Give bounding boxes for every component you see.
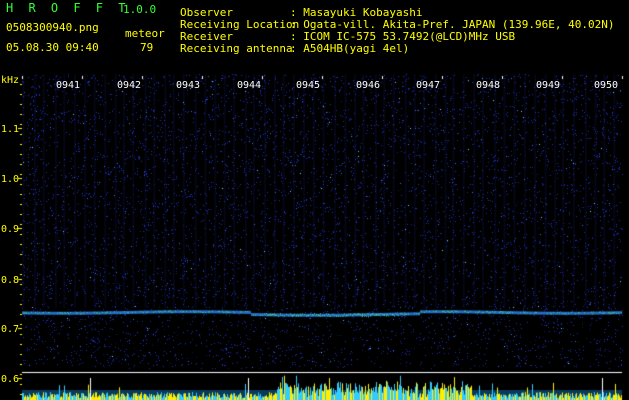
minute-label: 0946: [356, 80, 381, 91]
app-name: H R O F F T: [6, 1, 130, 15]
meteor-count: 79: [140, 41, 154, 54]
y-tick-1-0: 1.0: [1, 174, 20, 185]
app-version: 1.0.0: [123, 3, 157, 16]
y-tick-0-8: 0.8: [1, 275, 20, 286]
spectrogram-canvas: [0, 0, 629, 400]
minute-label: 0942: [117, 80, 142, 91]
y-tick-0-6: 0.6: [1, 374, 20, 385]
minute-label: 0945: [296, 80, 321, 91]
y-tick-0-7: 0.7: [1, 324, 20, 335]
minute-label: 0943: [176, 80, 201, 91]
y-tick-0-9: 0.9: [1, 224, 20, 235]
minute-label: 0949: [536, 80, 561, 91]
y-axis-unit: kHz: [1, 75, 20, 86]
minute-label: 0944: [237, 80, 262, 91]
info-key-antenna: Receiving antenna: [180, 42, 293, 55]
info-value-antenna: : A504HB(yagi 4el): [290, 42, 410, 55]
minute-label: 0941: [56, 80, 81, 91]
meteor-label: meteor: [125, 27, 165, 40]
minute-label: 0947: [416, 80, 441, 91]
minute-label: 0948: [476, 80, 501, 91]
file-name: 0508300940.png: [6, 21, 99, 34]
minute-label: 0950: [594, 80, 619, 91]
timestamp: 05.08.30 09:40: [6, 41, 99, 54]
y-tick-1-1: 1.1: [1, 124, 20, 135]
